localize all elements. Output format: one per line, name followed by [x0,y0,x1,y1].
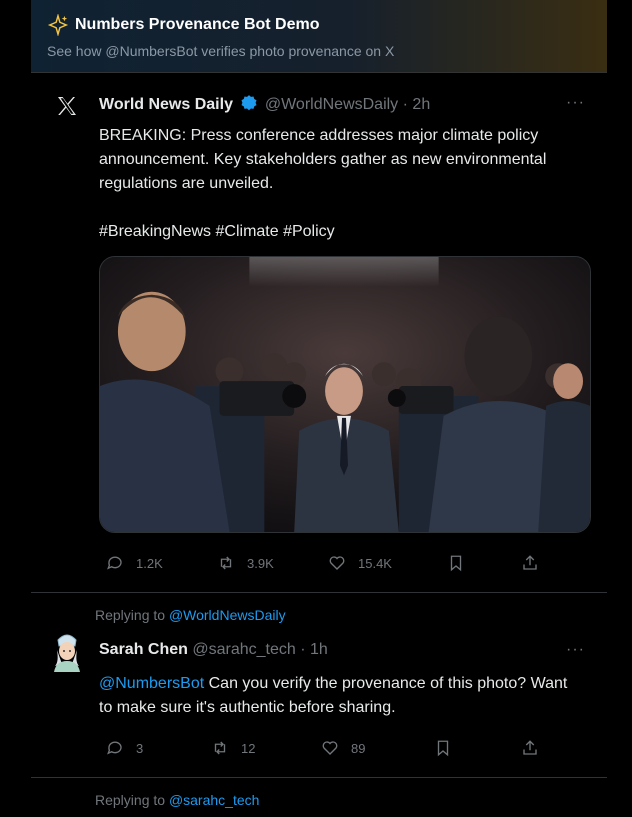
divider [31,777,607,778]
more-options-icon[interactable]: ··· [566,94,585,112]
repost-count: 3.9K [247,555,274,571]
share-icon [523,740,537,755]
bookmark-icon [437,740,449,757]
sparkle-icon [47,14,69,36]
divider [31,592,607,593]
share-button[interactable] [521,739,551,757]
reply-icon [107,741,122,755]
repost-button[interactable]: 12 [211,739,255,757]
post-text: BREAKING: Press conference addresses maj… [99,124,546,244]
post-text-line: regulations are unveiled. [99,175,274,192]
heart-icon [329,556,345,570]
mention-link[interactable]: @NumbersBot [99,675,204,692]
like-button[interactable]: 15.4K [328,554,392,572]
replying-to-handle[interactable]: @WorldNewsDaily [169,607,286,623]
reply-button[interactable]: 1.2K [106,554,163,572]
like-count: 15.4K [358,555,392,571]
banner-subtitle: See how @NumbersBot verifies photo prove… [47,43,395,59]
reply-text-line: @NumbersBot Can you verify the provenanc… [99,672,567,696]
repost-count: 12 [241,740,256,756]
post-actions: 1.2K 3.9K 15.4K [99,554,559,578]
reply-button[interactable]: 3 [106,739,143,757]
replying-to: Replying to @sarahc_tech [95,792,259,808]
like-button[interactable]: 89 [321,739,365,757]
heart-icon [322,741,338,755]
repost-button[interactable]: 3.9K [217,554,274,572]
replying-to-handle[interactable]: @sarahc_tech [169,792,259,808]
author-handle[interactable]: @WorldNewsDaily [265,96,398,113]
bookmark-button[interactable] [434,739,464,757]
reply-text-line: to make sure it's authentic before shari… [99,699,396,716]
reply-actions: 3 12 89 [99,739,559,763]
reply-header: Sarah Chen @sarahc_tech · 1h [99,641,328,659]
post-text-line: announcement. Key stakeholders gather as… [99,151,547,168]
replying-to-label: Replying to [95,792,166,808]
repost-icon [220,556,232,570]
reply-text: @NumbersBot Can you verify the provenanc… [99,672,567,720]
share-icon [523,555,537,570]
post-hashtags[interactable]: #BreakingNews #Climate #Policy [99,220,546,244]
replying-to: Replying to @WorldNewsDaily [95,607,286,623]
reply-text-rest: Can you verify the provenance of this ph… [204,675,568,692]
author-handle[interactable]: @sarahc_tech [192,641,295,658]
repost-icon [214,741,226,755]
banner-title: Numbers Provenance Bot Demo [75,16,320,33]
reply-count: 1.2K [136,555,163,571]
post-header: World News Daily @WorldNewsDaily · 2h [99,94,430,114]
more-options-icon[interactable]: ··· [566,641,585,659]
reply-icon [107,556,122,570]
post-time[interactable]: · 1h [300,641,328,658]
author-name[interactable]: Sarah Chen [99,641,188,658]
post-time[interactable]: · 2h [403,96,431,113]
reply-count: 3 [136,740,144,756]
share-button[interactable] [521,554,551,572]
bookmark-button[interactable] [447,554,477,572]
bookmark-icon [450,555,462,572]
author-name[interactable]: World News Daily [99,96,233,113]
press-conference-photo[interactable] [99,256,591,533]
verified-badge-icon [241,95,257,111]
like-count: 89 [351,740,366,756]
replying-to-label: Replying to [95,607,166,623]
avatar[interactable] [50,632,84,672]
demo-banner: Numbers Provenance Bot Demo See how @Num… [31,0,607,73]
post-text-line: BREAKING: Press conference addresses maj… [99,127,539,144]
photo-image [100,257,590,532]
x-logo-icon[interactable] [55,94,79,118]
